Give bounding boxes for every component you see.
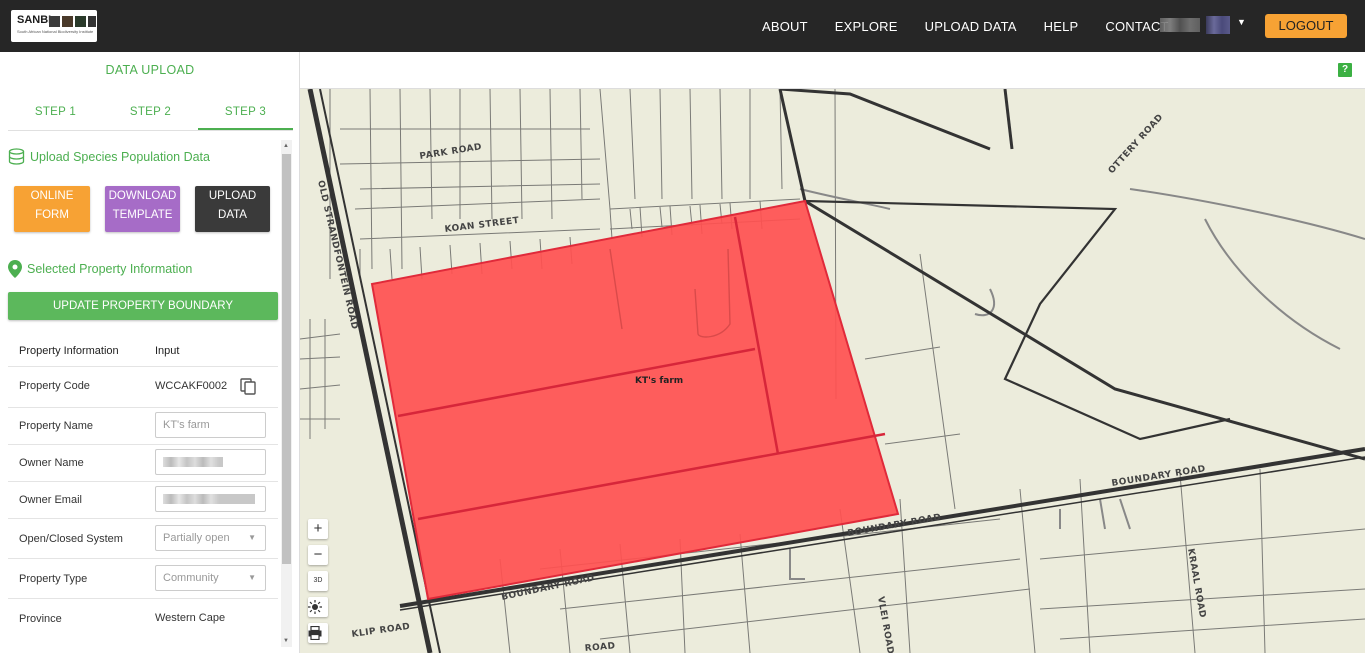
owner-email-input[interactable] [155,486,266,512]
upload-data-label-1: UPLOAD [208,190,257,202]
download-template-button[interactable]: DOWNLOAD TEMPLATE [105,186,180,232]
map-canvas[interactable]: KT's farm PARK ROAD KOAN STREET OLD STRA… [300,89,1365,653]
province-value: Western Cape [155,612,226,624]
kraal-road-label: KRAAL ROAD [1185,548,1207,619]
farm-label: KT's farm [635,376,683,386]
logo-plant-icon [49,16,60,27]
tab-step-1[interactable]: STEP 1 [8,94,103,130]
col-input: Input [155,345,180,357]
owner-email-redacted [163,494,255,504]
table-header: Property Information Input [8,332,278,366]
row-owner-email: Owner Email [8,481,278,518]
logout-button[interactable]: LOGOUT [1265,14,1347,38]
sanbi-logo[interactable]: SANBI South African National Biodiversit… [11,10,97,42]
3d-toggle-button[interactable]: 3D [308,571,328,591]
user-menu-caret-icon[interactable]: ▼ [1237,17,1246,27]
open-closed-select[interactable]: Partially open ▼ [155,525,266,551]
open-closed-value: Partially open [163,532,230,544]
sidebar-scrollbar[interactable]: ▲ ▼ [281,140,292,647]
download-template-label-2: TEMPLATE [112,209,173,221]
printer-icon [308,626,322,640]
scroll-down-icon[interactable]: ▼ [283,638,289,644]
property-info-label: Selected Property Information [27,262,193,276]
print-button[interactable] [308,623,328,643]
brightness-button[interactable] [308,597,328,617]
sun-icon [308,600,322,614]
nav-help[interactable]: HELP [1044,19,1079,34]
chevron-down-icon: ▼ [248,573,256,582]
zoom-in-button[interactable]: + [308,519,328,539]
scrollbar-thumb[interactable] [282,154,291,564]
col-property-information: Property Information [19,345,119,357]
tab-step-3[interactable]: STEP 3 [198,94,293,130]
property-type-select[interactable]: Community ▼ [155,565,266,591]
upload-data-button[interactable]: UPLOAD DATA [195,186,270,232]
chevron-down-icon: ▼ [248,533,256,542]
nav-about[interactable]: ABOUT [762,19,808,34]
logo-subtext: South African National Biodiversity Inst… [17,29,94,34]
klip-road-label: KLIP ROAD [351,622,411,640]
owner-name-redacted [163,457,223,467]
user-name-redacted[interactable] [1160,18,1200,32]
upload-data-label-2: DATA [218,209,247,221]
owner-name-label: Owner Name [19,457,84,469]
logo-animal-icon [88,16,96,27]
step-tabs: STEP 1 STEP 2 STEP 3 [8,94,293,131]
row-owner-name: Owner Name [8,444,278,481]
row-property-name: Property Name KT's farm [8,407,278,444]
scroll-up-icon[interactable]: ▲ [283,143,289,149]
nav-upload-data[interactable]: UPLOAD DATA [925,19,1017,34]
user-avatar[interactable] [1206,16,1230,34]
online-form-button[interactable]: ONLINE FORM [14,186,90,232]
owner-name-input[interactable] [155,449,266,475]
property-code-value: WCCAKF0002 [155,380,228,392]
map-toolbar [300,52,1365,89]
row-property-type: Property Type Community ▼ [8,558,278,598]
logo-tree-icon [62,16,73,27]
vlei-road-label: VLEI ROAD [875,596,895,653]
download-template-label-1: DOWNLOAD [108,190,177,202]
property-name-input[interactable]: KT's farm [155,412,266,438]
online-form-label-1: ONLINE [30,190,74,202]
partial-road-label: ROAD [584,641,616,653]
property-code-label: Property Code [19,380,90,392]
zoom-out-button[interactable]: − [308,545,328,565]
koan-street-label: KOAN STREET [444,216,520,235]
row-property-code: Property Code WCCAKF0002 [8,366,278,407]
update-property-boundary-button[interactable]: UPDATE PROPERTY BOUNDARY [8,292,278,320]
online-form-label-2: FORM [35,209,69,221]
tab-step-2[interactable]: STEP 2 [103,94,198,130]
property-type-label: Property Type [19,573,88,585]
open-closed-label: Open/Closed System [19,533,123,545]
row-province: Province Western Cape [8,598,278,638]
logo-text: SANBI [17,14,52,26]
nav-explore[interactable]: EXPLORE [835,19,898,34]
property-info-table: Property Information Input Property Code… [8,332,278,638]
top-navbar: SANBI South African National Biodiversit… [0,0,1365,52]
map-pin-icon [8,260,22,278]
park-road-label: PARK ROAD [419,142,483,162]
upload-species-label: Upload Species Population Data [30,149,210,164]
help-icon[interactable]: ? [1338,63,1352,77]
old-strandfontein-road-label: OLD STRANDFONTEIN ROAD [315,179,359,330]
row-open-closed-system: Open/Closed System Partially open ▼ [8,518,278,558]
map-view[interactable]: KT's farm PARK ROAD KOAN STREET OLD STRA… [300,89,1365,653]
ottery-road-label: OTTERY ROAD [1107,112,1166,176]
owner-email-label: Owner Email [19,494,82,506]
property-name-label: Property Name [19,420,93,432]
copy-icon[interactable] [240,378,256,395]
province-label: Province [19,613,62,625]
upload-species-heading: Upload Species Population Data [8,148,210,165]
sidebar-title: DATA UPLOAD [105,63,195,77]
database-icon [8,148,25,165]
minor-roads [789,188,1365,580]
property-info-heading: Selected Property Information [8,260,192,278]
logo-leaf-icon [75,16,86,27]
property-type-value: Community [163,572,219,584]
main-nav: ABOUT EXPLORE UPLOAD DATA HELP CONTACT [762,0,1196,52]
data-upload-sidebar: DATA UPLOAD STEP 1 STEP 2 STEP 3 Upload … [0,52,300,653]
